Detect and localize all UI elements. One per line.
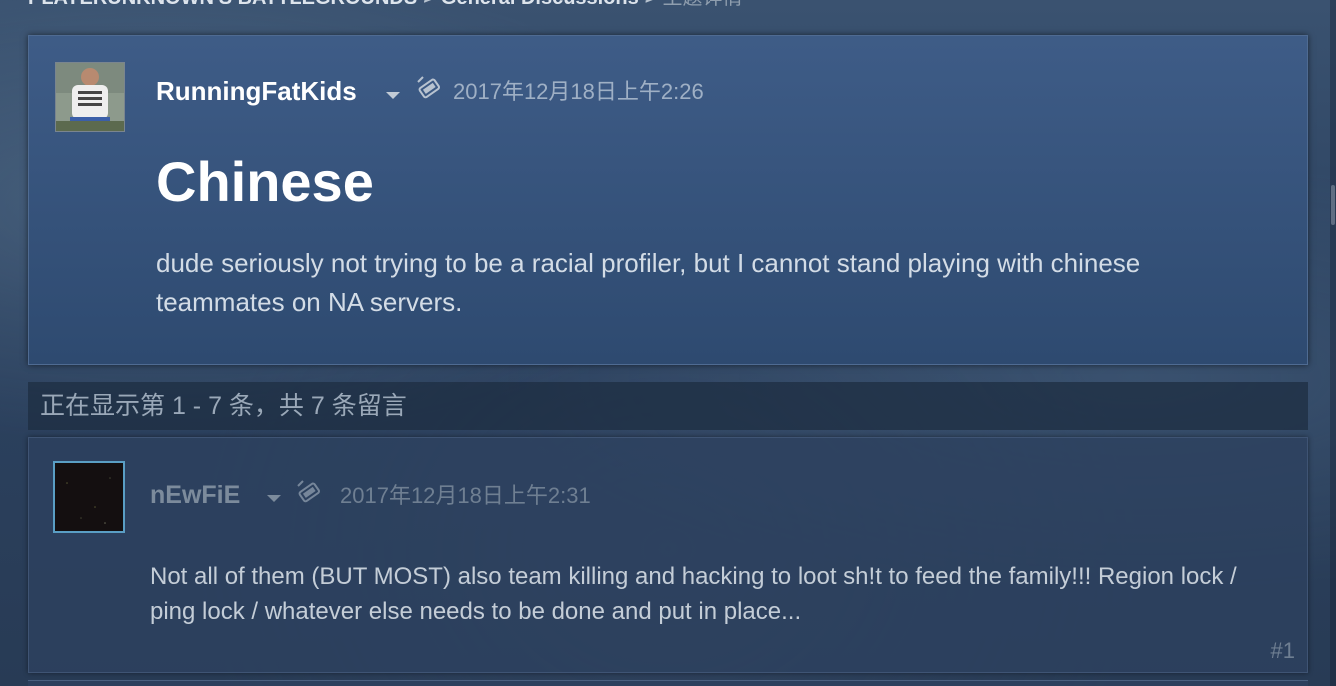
page-scrollbar[interactable] xyxy=(1330,0,1336,686)
original-post: RunningFatKids 2017年12月18日上午2:26 Chinese… xyxy=(28,35,1308,365)
avatar-image xyxy=(55,463,123,531)
post-timestamp: 2017年12月18日上午2:26 xyxy=(453,79,704,104)
avatar-image xyxy=(56,63,124,131)
author-dropdown[interactable] xyxy=(259,492,281,510)
author-avatar[interactable] xyxy=(53,461,125,533)
breadcrumb-forum-link[interactable]: General Discussions xyxy=(441,0,639,8)
pc-icon xyxy=(297,480,321,503)
author-name[interactable]: RunningFatKids xyxy=(156,76,357,106)
post-body: Not all of them (BUT MOST) also team kil… xyxy=(150,563,1237,625)
breadcrumb: PLAYERUNKNOWN'S BATTLEGROUNDS > General Di… xyxy=(28,0,742,8)
breadcrumb-current: 主题详情 xyxy=(662,0,742,8)
next-reply-edge xyxy=(28,680,1308,686)
scrollbar-thumb[interactable] xyxy=(1331,185,1335,225)
author-avatar[interactable] xyxy=(55,62,125,132)
post-timestamp: 2017年12月18日上午2:31 xyxy=(340,483,591,508)
author-dropdown[interactable] xyxy=(378,89,400,107)
topic-title: Chinese xyxy=(156,150,374,213)
reply-number-link[interactable]: #1 xyxy=(1271,638,1295,664)
author-name[interactable]: nEwFiE xyxy=(150,480,240,510)
post-body: dude seriously not trying to be a racial… xyxy=(156,248,1141,317)
breadcrumb-game-link[interactable]: PLAYERUNKNOWN'S BATTLEGROUNDS xyxy=(28,0,417,8)
breadcrumb-separator: > xyxy=(423,0,435,8)
reply-post: nEwFiE 2017年12月18日上午2:31 Not all of them… xyxy=(28,437,1308,673)
breadcrumb-separator: > xyxy=(645,0,657,8)
chevron-down-icon xyxy=(267,495,281,503)
pc-icon xyxy=(417,76,441,99)
chevron-down-icon xyxy=(386,92,400,100)
comments-count-header: 正在显示第 1 - 7 条，共 7 条留言 xyxy=(28,382,1308,430)
